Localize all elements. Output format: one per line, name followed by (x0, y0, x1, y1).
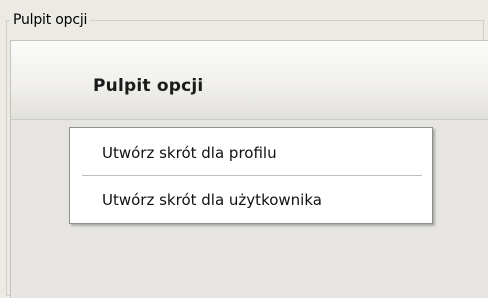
menu-item-create-user-shortcut[interactable]: Utwórz skrót dla użytkownika (70, 180, 432, 220)
menu-item-create-profile-shortcut[interactable]: Utwórz skrót dla profilu (70, 133, 432, 173)
context-menu: Utwórz skrót dla profilu Utwórz skrót dl… (69, 127, 433, 224)
groupbox-legend: Pulpit opcji (10, 11, 91, 29)
panel-header: Pulpit opcji (11, 41, 488, 120)
menu-separator (82, 175, 422, 176)
panel-title: Pulpit opcji (93, 76, 204, 96)
